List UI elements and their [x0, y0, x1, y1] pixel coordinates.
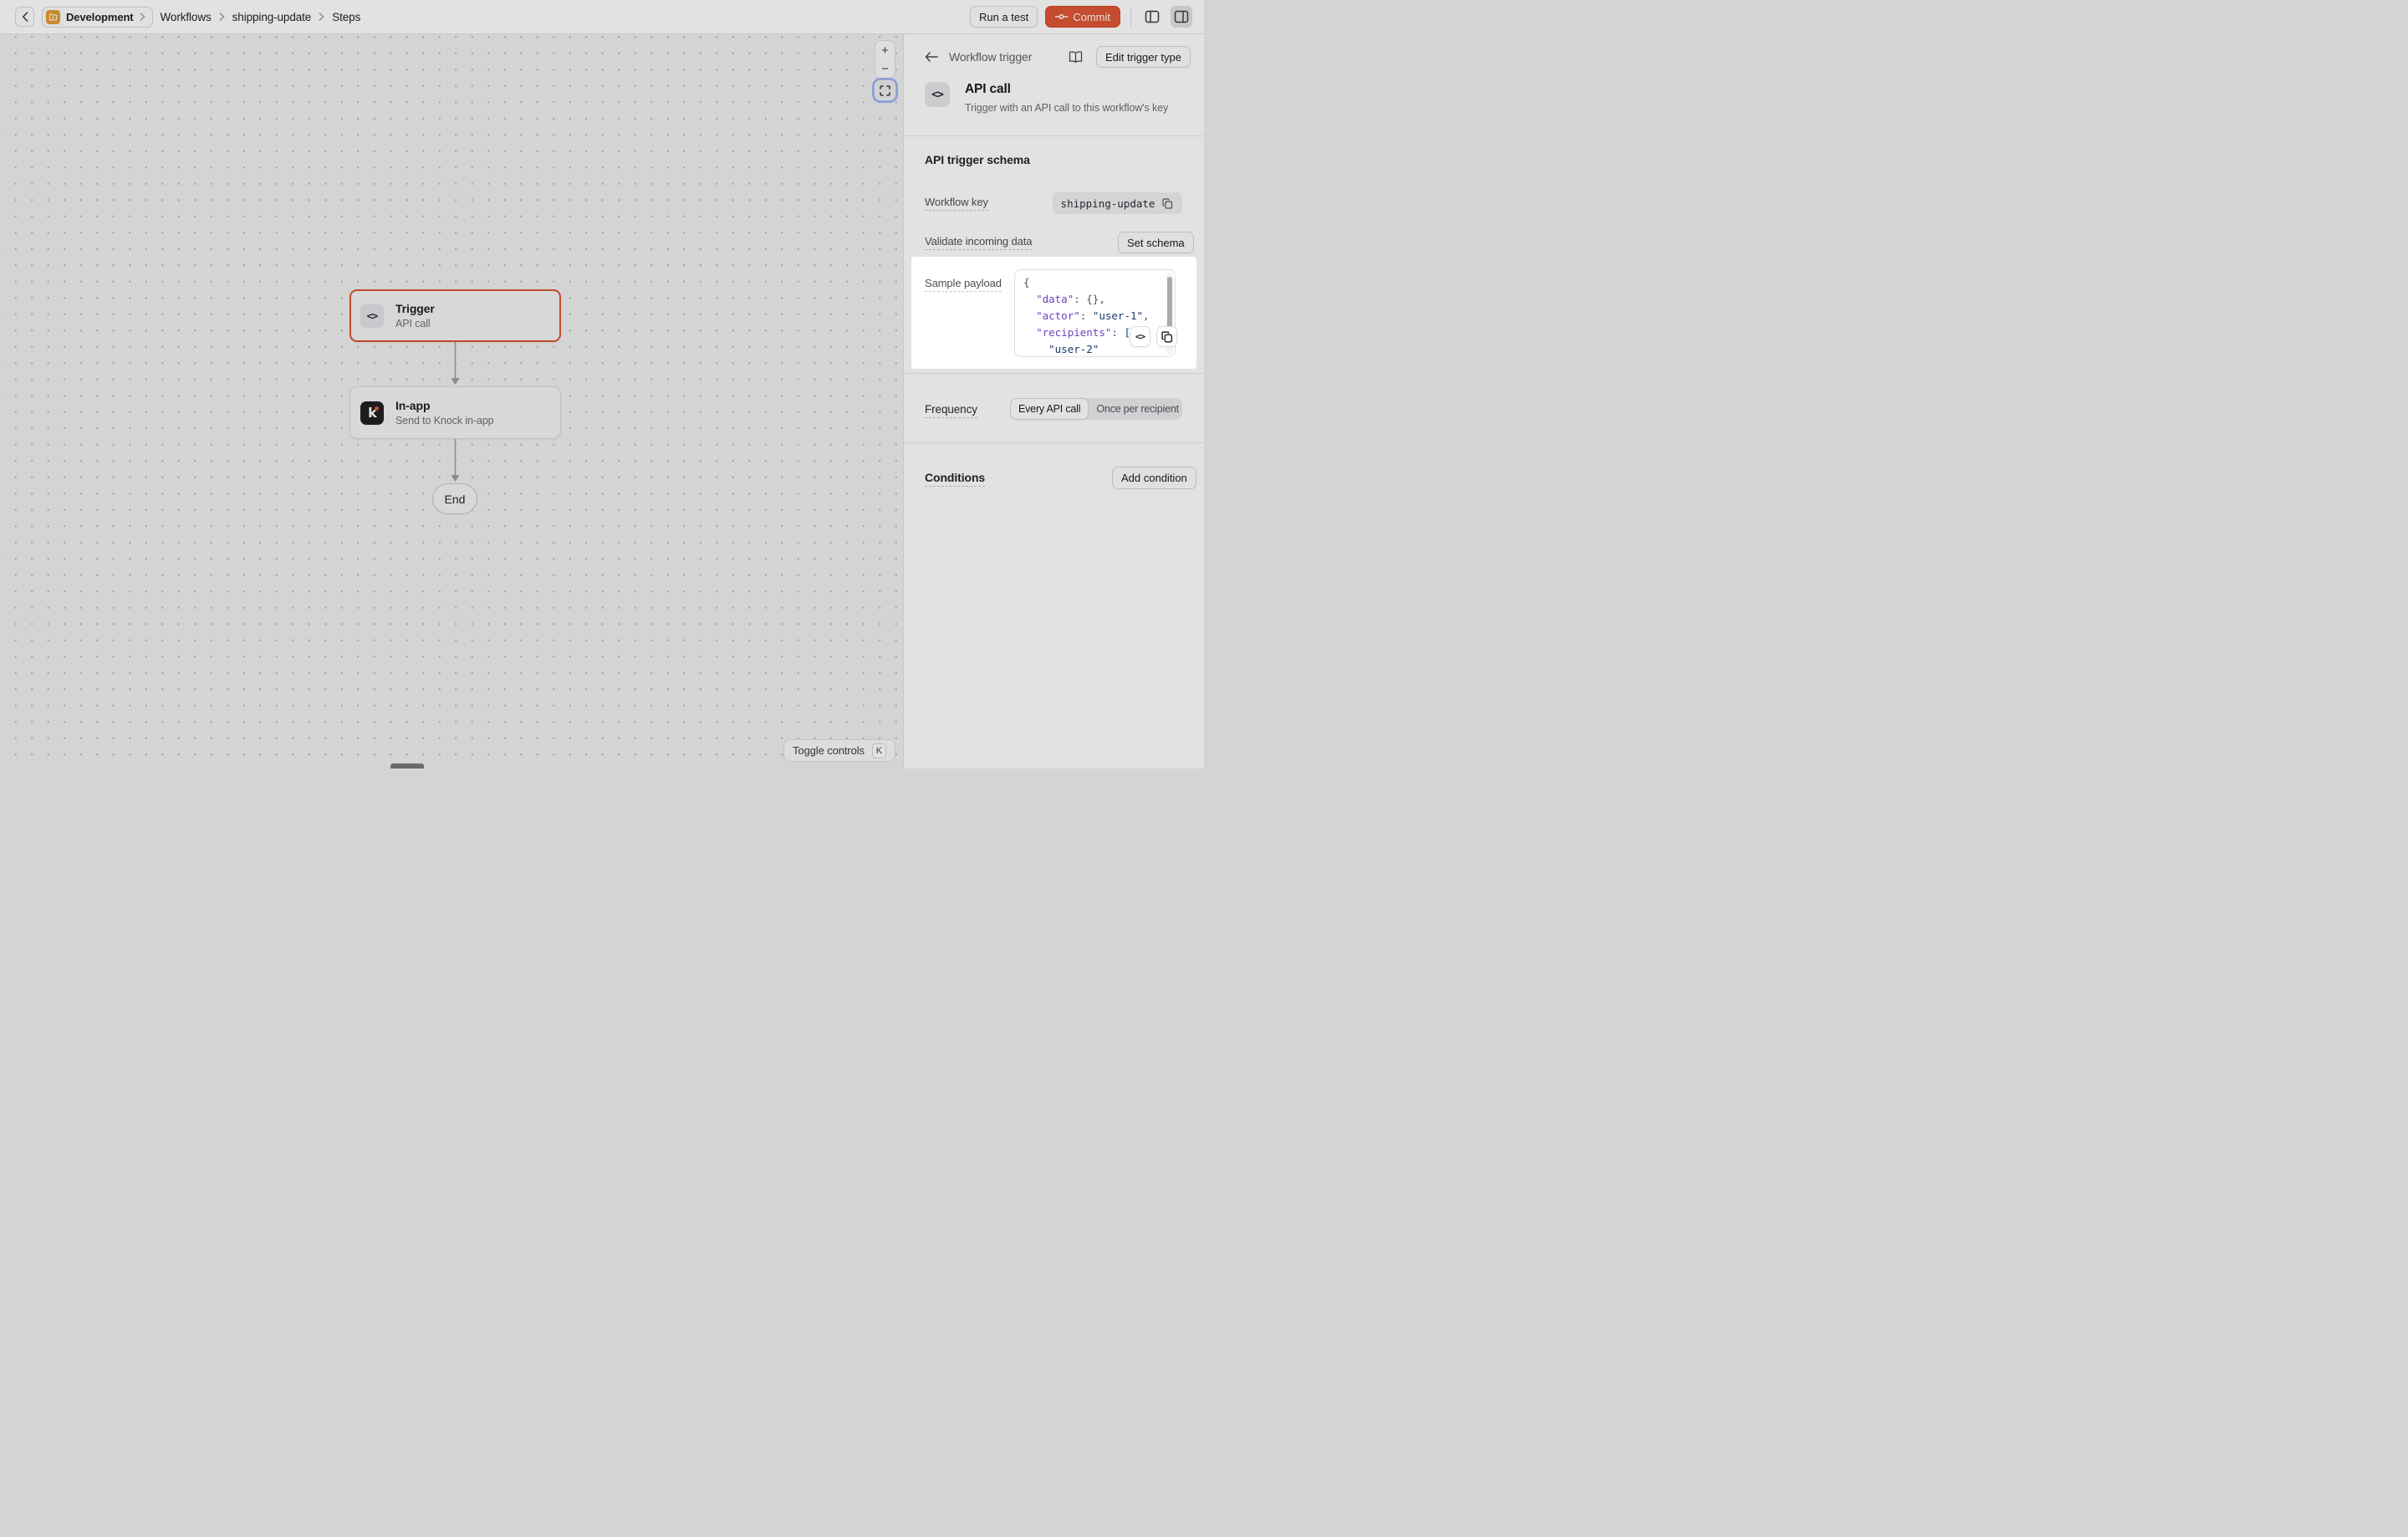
- knock-logo-dot: [375, 406, 379, 411]
- panel-right-icon: [1174, 9, 1189, 24]
- expand-code-editor-button[interactable]: <>: [1130, 326, 1150, 347]
- end-node[interactable]: End: [432, 483, 477, 514]
- frequency-segmented-control: Every API call Once per recipient: [1010, 398, 1182, 420]
- trigger-type-title: API call: [965, 82, 1168, 97]
- divider: [904, 135, 1205, 136]
- sample-payload-json: { "data": {}, "actor": "user-1", "recipi…: [1015, 270, 1175, 357]
- add-condition-button[interactable]: Add condition: [1112, 467, 1196, 489]
- breadcrumb: Development Workflows shipping-update St…: [15, 7, 360, 28]
- zoom-out-button[interactable]: −: [875, 59, 895, 78]
- fit-view-button[interactable]: [875, 80, 895, 100]
- run-a-test-button[interactable]: Run a test: [970, 6, 1038, 28]
- keyboard-shortcut-badge: K: [872, 743, 886, 758]
- workflow-key-text: shipping-update: [1061, 197, 1156, 210]
- toggle-left-panel-button[interactable]: [1141, 6, 1163, 28]
- chevron-right-icon: [319, 13, 324, 21]
- trigger-type-subtitle: Trigger with an API call to this workflo…: [965, 102, 1168, 114]
- fit-view-icon: [880, 85, 890, 96]
- commit-button[interactable]: Commit: [1045, 6, 1120, 28]
- conditions-label: Conditions: [925, 471, 985, 487]
- trigger-node-title: Trigger: [395, 302, 435, 315]
- commit-label: Commit: [1073, 11, 1110, 23]
- docs-book-icon[interactable]: [1066, 47, 1086, 67]
- divider: [1130, 8, 1131, 26]
- knock-logo-icon: k: [360, 401, 384, 425]
- chevron-left-icon: [22, 12, 28, 22]
- sample-payload-editor[interactable]: { "data": {}, "actor": "user-1", "recipi…: [1014, 269, 1176, 357]
- chevron-right-icon: [140, 13, 145, 21]
- panel-header: Workflow trigger Edit trigger type: [904, 45, 1205, 69]
- zoom-in-button[interactable]: +: [875, 41, 895, 59]
- in-app-node-subtitle: Send to Knock in-app: [395, 415, 494, 426]
- set-schema-button[interactable]: Set schema: [1118, 232, 1194, 253]
- top-bar-actions: Run a test Commit: [970, 6, 1192, 28]
- code-icon: <>: [360, 304, 384, 328]
- commit-icon: [1055, 13, 1068, 21]
- toggle-right-panel-button[interactable]: [1171, 6, 1192, 28]
- trigger-node-subtitle: API call: [395, 318, 435, 329]
- workflow-key-value: shipping-update: [1053, 192, 1182, 214]
- toggle-controls-label: Toggle controls: [793, 744, 865, 757]
- workflow-key-label: Workflow key: [925, 196, 988, 211]
- workflow-editor-page: Development Workflows shipping-update St…: [0, 0, 1204, 768]
- chevron-right-icon: [219, 13, 225, 21]
- validate-incoming-data-label: Validate incoming data: [925, 235, 1032, 250]
- trigger-type-summary: <> API call Trigger with an API call to …: [925, 82, 1168, 114]
- trigger-settings-panel: Workflow trigger Edit trigger type <> AP…: [903, 34, 1204, 768]
- divider: [904, 442, 1205, 443]
- environment-name: Development: [66, 11, 134, 23]
- code-icon: <>: [925, 82, 950, 107]
- divider: [904, 373, 1205, 374]
- workflow-canvas[interactable]: + − <> Trigger API call k In-app Send to…: [0, 34, 903, 768]
- environment-switcher[interactable]: Development: [42, 7, 153, 28]
- frequency-option-every-api-call[interactable]: Every API call: [1010, 398, 1089, 420]
- toggle-controls-button[interactable]: Toggle controls K: [783, 739, 895, 762]
- breadcrumb-workflow-key[interactable]: shipping-update: [232, 11, 312, 23]
- in-app-node[interactable]: k In-app Send to Knock in-app: [349, 386, 561, 439]
- frequency-label: Frequency: [925, 403, 977, 418]
- bottom-edge-element: [390, 763, 424, 768]
- top-bar: Development Workflows shipping-update St…: [0, 0, 1204, 34]
- edit-trigger-type-button[interactable]: Edit trigger type: [1096, 46, 1191, 68]
- copy-icon[interactable]: [1161, 197, 1174, 210]
- breadcrumb-workflows[interactable]: Workflows: [161, 11, 212, 23]
- sample-payload-label: Sample payload: [925, 277, 1002, 292]
- panel-title: Workflow trigger: [949, 50, 1032, 64]
- copy-payload-button[interactable]: [1156, 326, 1177, 347]
- environment-folder-icon: [46, 10, 60, 24]
- schema-section-heading: API trigger schema: [925, 153, 1030, 166]
- in-app-node-title: In-app: [395, 399, 494, 412]
- frequency-option-once-per-recipient[interactable]: Once per recipient: [1089, 398, 1186, 420]
- canvas-zoom-controls: + −: [875, 40, 895, 79]
- breadcrumb-steps[interactable]: Steps: [332, 11, 360, 23]
- back-button[interactable]: [15, 7, 34, 27]
- editor-scrollbar-thumb[interactable]: [1167, 277, 1172, 329]
- panel-left-icon: [1145, 9, 1160, 24]
- trigger-node[interactable]: <> Trigger API call: [349, 289, 561, 342]
- back-arrow-button[interactable]: [924, 47, 939, 67]
- copy-icon: [1161, 331, 1173, 343]
